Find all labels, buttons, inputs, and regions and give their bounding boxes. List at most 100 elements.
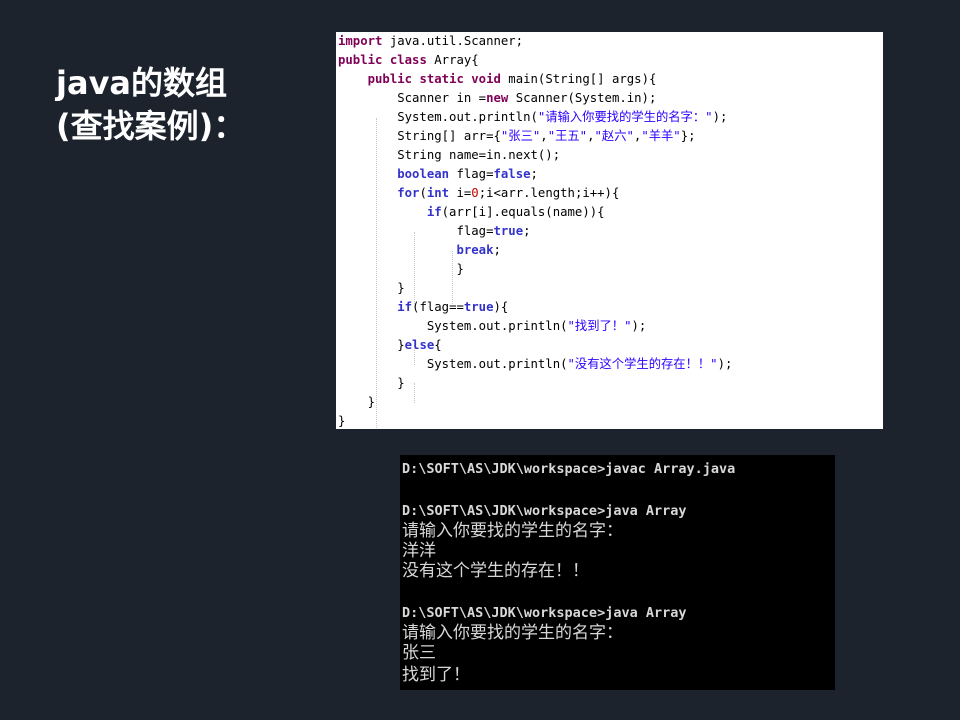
code-token: int (426, 186, 450, 200)
code-token: true (463, 300, 494, 314)
code-line: public static void main(String[] args){ (338, 70, 657, 89)
code-token: { (434, 338, 442, 352)
console-output-line: 请输入你要找的学生的名字： (402, 521, 623, 541)
code-token: Array{ (426, 53, 479, 67)
code-screenshot: import java.util.Scanner; public class Ar… (336, 32, 883, 429)
console-command-line: D:\SOFT\AS\JDK\workspace>javac Array.jav… (402, 461, 736, 477)
code-line: String[] arr={"张三","王五","赵六","羊羊"}; (338, 127, 696, 146)
code-token: "请输入你要找的学生的名字：" (537, 110, 713, 124)
code-line: System.out.println("找到了！"); (338, 317, 647, 336)
code-line: System.out.println("没有这个学生的存在！！"); (338, 355, 733, 374)
code-token: "找到了！" (567, 319, 632, 333)
code-token: } (338, 376, 405, 390)
console-output-line: 请输入你要找的学生的名字： (402, 623, 623, 643)
code-token: boolean (397, 167, 450, 181)
slide-title-line1: java的数组 (56, 64, 228, 102)
code-token: System.out.println( (338, 357, 568, 371)
code-line: System.out.println("请输入你要找的学生的名字："); (338, 108, 727, 127)
console-screenshot: D:\SOFT\AS\JDK\workspace>javac Array.jav… (400, 455, 835, 690)
code-token: java.util.Scanner; (382, 34, 524, 48)
code-token: 0 (471, 186, 479, 200)
console-command-line: D:\SOFT\AS\JDK\workspace>java Array (402, 605, 687, 621)
code-line: break; (338, 241, 501, 260)
code-line: } (338, 260, 464, 279)
code-token: (arr[i].equals(name)){ (441, 205, 605, 219)
code-line: if(flag==true){ (338, 298, 508, 317)
indent-guide (414, 383, 415, 403)
code-line: if(arr[i].equals(name)){ (338, 203, 605, 222)
code-token: System.out.println( (338, 110, 538, 124)
code-token: import (338, 34, 383, 48)
code-token: Scanner(System.in); (508, 91, 657, 105)
code-line: String name=in.next(); (338, 146, 560, 165)
code-token: } (338, 281, 405, 295)
code-token: ; (530, 167, 538, 181)
console-output-line: 找到了！ (402, 665, 470, 685)
code-token: "羊羊" (641, 129, 681, 143)
code-token: ); (631, 319, 647, 333)
code-token: ); (717, 357, 733, 371)
code-token: if (397, 300, 413, 314)
code-token: ; (523, 224, 531, 238)
console-output-line: 没有这个学生的存在！！ (402, 561, 589, 581)
code-token: ;i<arr.length;i++){ (478, 186, 620, 200)
code-token: (flag== (412, 300, 464, 314)
code-line: }else{ (338, 336, 442, 355)
code-token: void (471, 72, 501, 86)
code-token: false (493, 167, 531, 181)
code-token: ; (493, 243, 501, 257)
code-token: "张三" (500, 129, 541, 143)
code-line: flag=true; (338, 222, 531, 241)
code-token: ( (419, 186, 427, 200)
code-token: class (389, 53, 427, 67)
slide-title-line2: (查找案例)： (56, 107, 246, 145)
code-token: ); (712, 110, 728, 124)
code-line: } (338, 374, 405, 393)
code-token: Scanner in = (338, 91, 487, 105)
code-line: } (338, 393, 375, 412)
code-token: } (338, 262, 464, 276)
code-line: } (338, 412, 345, 429)
code-token: ){ (493, 300, 509, 314)
code-line: import java.util.Scanner; (338, 32, 523, 51)
code-token: if (426, 205, 442, 219)
console-output-line: 张三 (402, 643, 436, 663)
code-token: String[] arr={ (338, 129, 501, 143)
console-command-line: D:\SOFT\AS\JDK\workspace>java Array (402, 503, 687, 519)
code-token: true (493, 224, 524, 238)
code-line: Scanner in =new Scanner(System.in); (338, 89, 656, 108)
code-token: String name=in.next(); (338, 148, 561, 162)
code-token: for (397, 186, 420, 200)
code-token: } (338, 414, 346, 428)
code-token: , (587, 129, 595, 143)
code-token: new (486, 91, 509, 105)
code-token: , (540, 129, 548, 143)
code-token: public (367, 72, 413, 86)
code-line: public class Array{ (338, 51, 479, 70)
code-token: }; (680, 129, 696, 143)
code-token: flag= (449, 167, 494, 181)
code-line: } (338, 279, 405, 298)
code-token: public (338, 53, 383, 67)
code-token: else (404, 338, 435, 352)
code-token: "没有这个学生的存在！！" (567, 357, 718, 371)
console-output-line: 洋洋 (402, 541, 436, 561)
code-token: System.out.println( (338, 319, 568, 333)
code-token: } (338, 395, 376, 409)
slide-title: java的数组 (查找案例)： (56, 62, 245, 148)
code-token: i= (449, 186, 472, 200)
code-token: "赵六" (594, 129, 634, 143)
code-token: static (419, 72, 464, 86)
code-token: "王五" (547, 129, 588, 143)
code-token: main(String[] args){ (500, 72, 657, 86)
code-token: flag= (338, 224, 494, 238)
code-token: break (456, 243, 494, 257)
code-line: boolean flag=false; (338, 165, 538, 184)
